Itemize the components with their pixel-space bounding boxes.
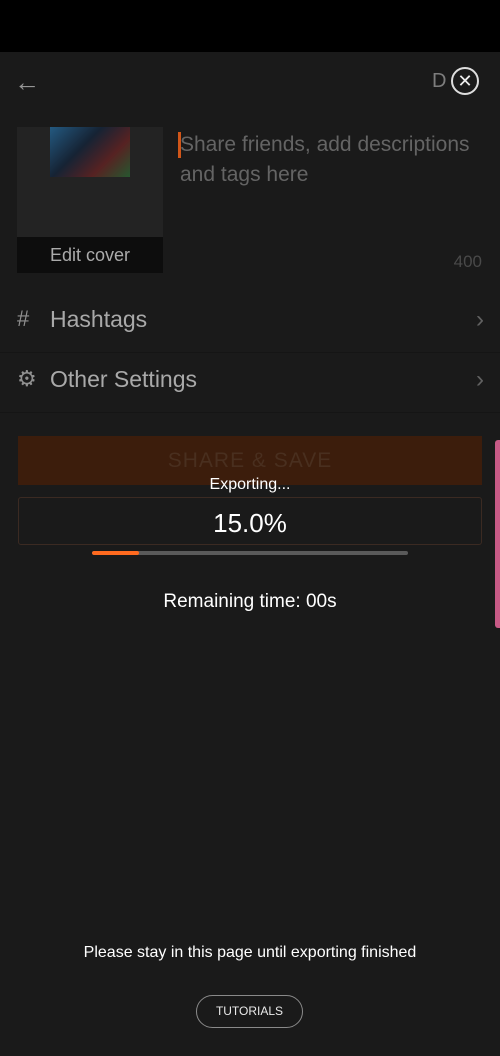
close-icon[interactable]: ✕ <box>451 67 479 95</box>
screen: ← D Edit cover Share friends, add descri… <box>0 0 500 1056</box>
progress-percent: 15.0% <box>213 508 287 538</box>
tutorials-button[interactable]: TUTORIALS <box>196 995 303 1028</box>
stay-message: Please stay in this page until exporting… <box>83 944 417 961</box>
status-bar <box>0 0 500 52</box>
remaining-time: Remaining time: 00s <box>163 591 337 612</box>
progress-bar <box>92 551 408 555</box>
progress-fill <box>92 551 140 555</box>
side-handle[interactable] <box>495 440 500 628</box>
progress-percent-box: 15.0% <box>18 497 482 545</box>
exporting-title: Exporting... <box>209 476 291 493</box>
